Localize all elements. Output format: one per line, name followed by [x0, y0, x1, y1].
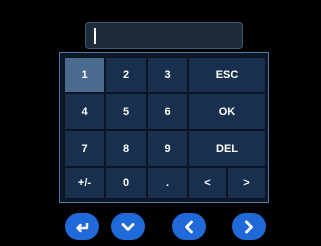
- key-5[interactable]: 5: [105, 93, 147, 130]
- text-cursor: [94, 28, 96, 44]
- previous-button[interactable]: [172, 213, 206, 240]
- key-decimal-point[interactable]: .: [147, 167, 188, 199]
- key-3[interactable]: 3: [147, 57, 188, 93]
- chevron-right-icon: [245, 220, 253, 233]
- chevron-left-icon: [185, 220, 193, 233]
- key-7[interactable]: 7: [64, 130, 105, 167]
- key-2[interactable]: 2: [105, 57, 147, 93]
- key-4[interactable]: 4: [64, 93, 105, 130]
- numeric-input-display[interactable]: [85, 22, 243, 49]
- key-ok[interactable]: OK: [188, 93, 266, 130]
- next-button[interactable]: [232, 213, 266, 240]
- key-del[interactable]: DEL: [188, 130, 266, 167]
- key-cursor-left[interactable]: <: [188, 167, 227, 199]
- key-1[interactable]: 1: [64, 57, 105, 93]
- enter-icon: [76, 222, 89, 232]
- key-0[interactable]: 0: [105, 167, 147, 199]
- key-cursor-right[interactable]: >: [227, 167, 266, 199]
- numeric-keypad: 1 2 3 ESC 4 5 6 OK 7 8 9 DEL +/- 0 . < >: [59, 52, 269, 203]
- scroll-down-button[interactable]: [111, 213, 145, 240]
- key-esc[interactable]: ESC: [188, 57, 266, 93]
- key-6[interactable]: 6: [147, 93, 188, 130]
- key-plus-minus[interactable]: +/-: [64, 167, 105, 199]
- key-9[interactable]: 9: [147, 130, 188, 167]
- key-8[interactable]: 8: [105, 130, 147, 167]
- navigation-bar: [0, 206, 321, 246]
- enter-button[interactable]: [65, 213, 99, 240]
- chevron-down-icon: [121, 222, 135, 231]
